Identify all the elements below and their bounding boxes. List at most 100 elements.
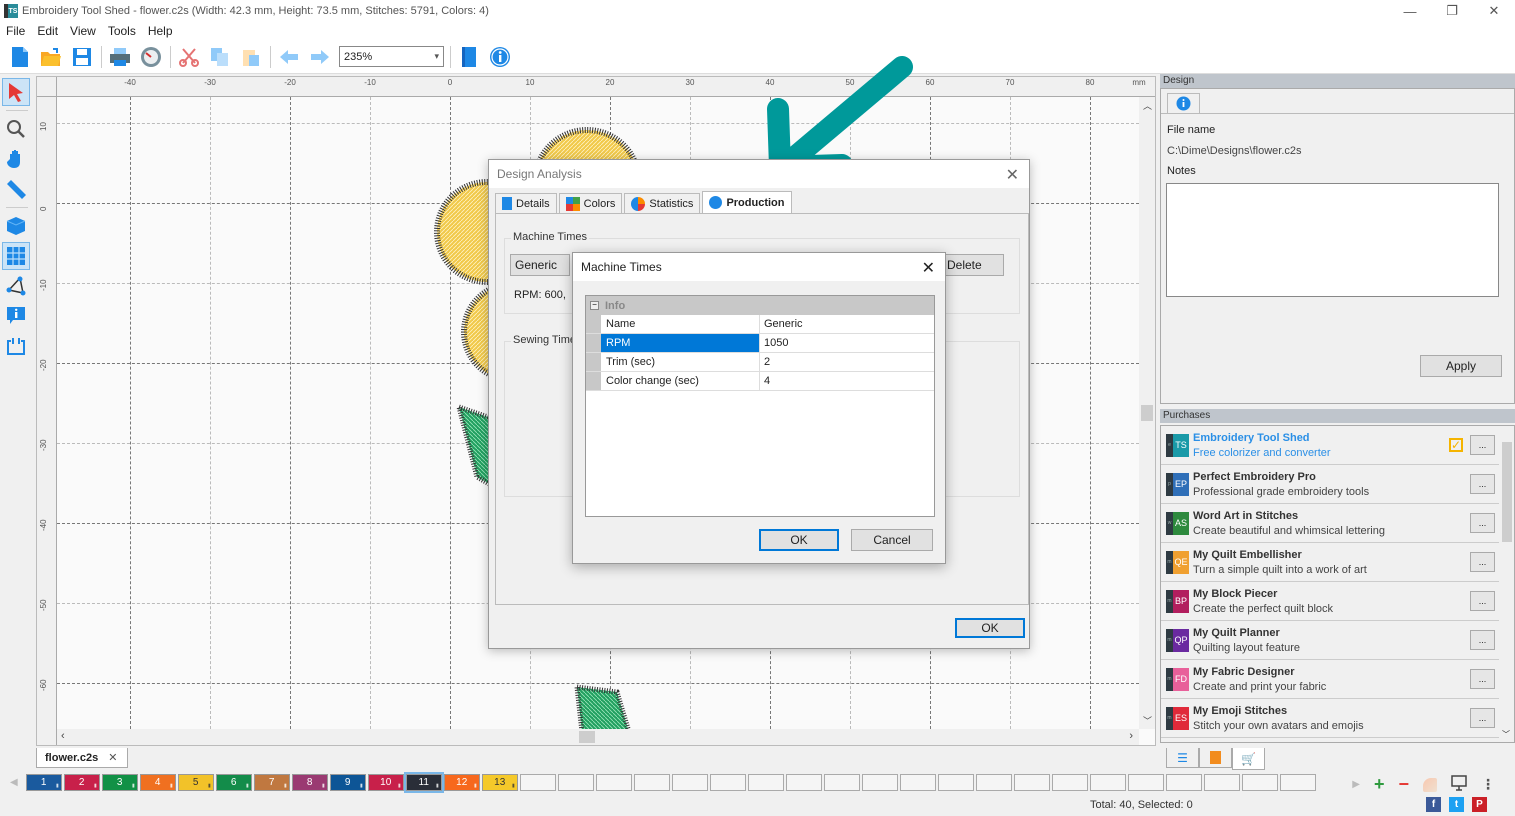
document-tab[interactable]: flower.c2s ✕ (36, 748, 128, 768)
purchase-item[interactable]: e TS Embroidery Tool Shed Free colorizer an… (1161, 426, 1499, 465)
palette-scroll-left-icon[interactable]: ◀ (10, 777, 18, 788)
property-row[interactable]: RPM 1050 (586, 334, 934, 353)
color-swatch[interactable]: 12 ▮ (443, 774, 480, 791)
3d-view-tool[interactable] (2, 212, 30, 240)
mt-cancel-button[interactable]: Cancel (851, 529, 933, 551)
product-more-button[interactable]: ... (1470, 591, 1495, 611)
design-info-tab[interactable] (1167, 93, 1200, 113)
product-more-button[interactable]: ... (1470, 630, 1495, 650)
color-swatch[interactable]: 1 ▮ (25, 774, 62, 791)
color-swatch[interactable]: 2 ▮ (63, 774, 100, 791)
menu-file[interactable]: File (0, 22, 31, 40)
paste-icon[interactable] (239, 45, 263, 69)
empty-swatch[interactable] (1241, 774, 1278, 791)
product-more-button[interactable]: ... (1470, 708, 1495, 728)
property-value[interactable]: 4 (760, 372, 934, 390)
color-fan-icon[interactable] (1423, 777, 1437, 792)
color-swatch[interactable]: 11 ▮ (403, 772, 444, 793)
purchase-item[interactable]: m FD My Fabric Designer Create and print yo… (1161, 660, 1499, 699)
property-row[interactable]: Trim (sec) 2 (586, 353, 934, 372)
collapse-icon[interactable]: − (590, 301, 599, 310)
apply-button[interactable]: Apply (1420, 355, 1502, 377)
close-window-button[interactable]: ✕ (1473, 0, 1515, 22)
product-more-button[interactable]: ... (1470, 552, 1495, 572)
tab-statistics[interactable]: Statistics (624, 193, 701, 213)
purchase-item[interactable]: w AS Word Art in Stitches Create beautiful … (1161, 504, 1499, 543)
property-row[interactable]: Color change (sec) 4 (586, 372, 934, 391)
color-swatch[interactable]: 10 ▮ (367, 774, 404, 791)
empty-swatch[interactable] (899, 774, 936, 791)
color-swatch[interactable]: 3 ▮ (101, 774, 138, 791)
notes-textarea[interactable] (1166, 183, 1499, 297)
open-folder-icon[interactable] (39, 45, 63, 69)
select-tool[interactable] (2, 78, 30, 106)
tab-production[interactable]: Production (702, 191, 792, 213)
purchase-item[interactable]: m QE My Quilt Embellisher Turn a simple qui… (1161, 543, 1499, 582)
vertical-scroll-thumb[interactable] (1141, 405, 1153, 421)
empty-swatch[interactable] (671, 774, 708, 791)
purchase-item[interactable]: p EP Perfect Embroidery Pro Professional gr… (1161, 465, 1499, 504)
undo-arrow-icon[interactable] (277, 45, 301, 69)
close-tab-icon[interactable]: ✕ (108, 751, 117, 764)
menu-view[interactable]: View (64, 22, 102, 40)
delete-machine-button[interactable]: Delete (942, 254, 1004, 276)
empty-swatch[interactable] (595, 774, 632, 791)
purchases-scrollbar[interactable]: ﹀ (1500, 426, 1514, 742)
zoom-tool[interactable] (2, 115, 30, 143)
list-tab[interactable]: ☰ (1166, 748, 1199, 768)
close-dialog-icon[interactable]: ✕ (1006, 165, 1019, 185)
empty-swatch[interactable] (709, 774, 746, 791)
more-options-icon[interactable]: ⋮ (1481, 776, 1495, 793)
twitter-icon[interactable]: t (1449, 797, 1464, 812)
empty-swatch[interactable] (1279, 774, 1316, 791)
empty-swatch[interactable] (1013, 774, 1050, 791)
purchase-item[interactable]: m BP My Block Piecer Create the perfect qui… (1161, 582, 1499, 621)
menu-help[interactable]: Help (142, 22, 179, 40)
empty-swatch[interactable] (785, 774, 822, 791)
category-info[interactable]: − Info (586, 296, 934, 315)
purchase-item[interactable]: m QP My Quilt Planner Quilting layout featu… (1161, 621, 1499, 660)
remove-color-icon[interactable]: − (1398, 774, 1409, 795)
empty-swatch[interactable] (823, 774, 860, 791)
hoop-tool[interactable] (2, 332, 30, 360)
analysis-ok-button[interactable]: OK (955, 618, 1025, 638)
empty-swatch[interactable] (1165, 774, 1202, 791)
add-color-icon[interactable]: + (1374, 774, 1385, 795)
facebook-icon[interactable]: f (1426, 797, 1441, 812)
empty-swatch[interactable] (975, 774, 1012, 791)
node-edit-tool[interactable] (2, 272, 30, 300)
product-more-button[interactable]: ... (1470, 435, 1495, 455)
empty-swatch[interactable] (519, 774, 556, 791)
color-swatch[interactable]: 13 ▮ (481, 774, 518, 791)
tab-colors[interactable]: Colors (558, 193, 623, 213)
empty-swatch[interactable] (937, 774, 974, 791)
menu-tools[interactable]: Tools (102, 22, 142, 40)
scroll-down-icon[interactable]: ﹀ (1502, 729, 1510, 740)
menu-edit[interactable]: Edit (31, 22, 64, 40)
hoop-icon[interactable] (457, 45, 481, 69)
machine-select[interactable]: Generic (510, 254, 570, 276)
color-swatch[interactable]: 8 ▮ (291, 774, 328, 791)
info-icon[interactable] (488, 45, 512, 69)
restore-button[interactable]: ❐ (1431, 0, 1473, 22)
machine-gauge-icon[interactable] (139, 45, 163, 69)
pan-tool[interactable] (2, 145, 30, 173)
empty-swatch[interactable] (1051, 774, 1088, 791)
empty-swatch[interactable] (557, 774, 594, 791)
color-swatch[interactable]: 4 ▮ (139, 774, 176, 791)
ruler-corner[interactable] (37, 77, 57, 97)
print-icon[interactable] (108, 45, 132, 69)
property-value[interactable]: 1050 (760, 334, 934, 352)
empty-swatch[interactable] (747, 774, 784, 791)
empty-swatch[interactable] (1089, 774, 1126, 791)
tab-details[interactable]: Details (495, 193, 557, 213)
scroll-down-icon[interactable]: ﹀ (1143, 714, 1152, 727)
palette-scroll-right-icon[interactable]: ▶ (1352, 779, 1360, 790)
color-swatch[interactable]: 5 ▮ (177, 774, 214, 791)
minimize-button[interactable]: — (1389, 0, 1431, 22)
purchase-item[interactable]: m ES My Emoji Stitches Stitch your own avat… (1161, 699, 1499, 738)
redo-arrow-icon[interactable] (308, 45, 332, 69)
copy-icon[interactable] (208, 45, 232, 69)
save-icon[interactable] (70, 45, 94, 69)
color-swatch[interactable]: 7 ▮ (253, 774, 290, 791)
